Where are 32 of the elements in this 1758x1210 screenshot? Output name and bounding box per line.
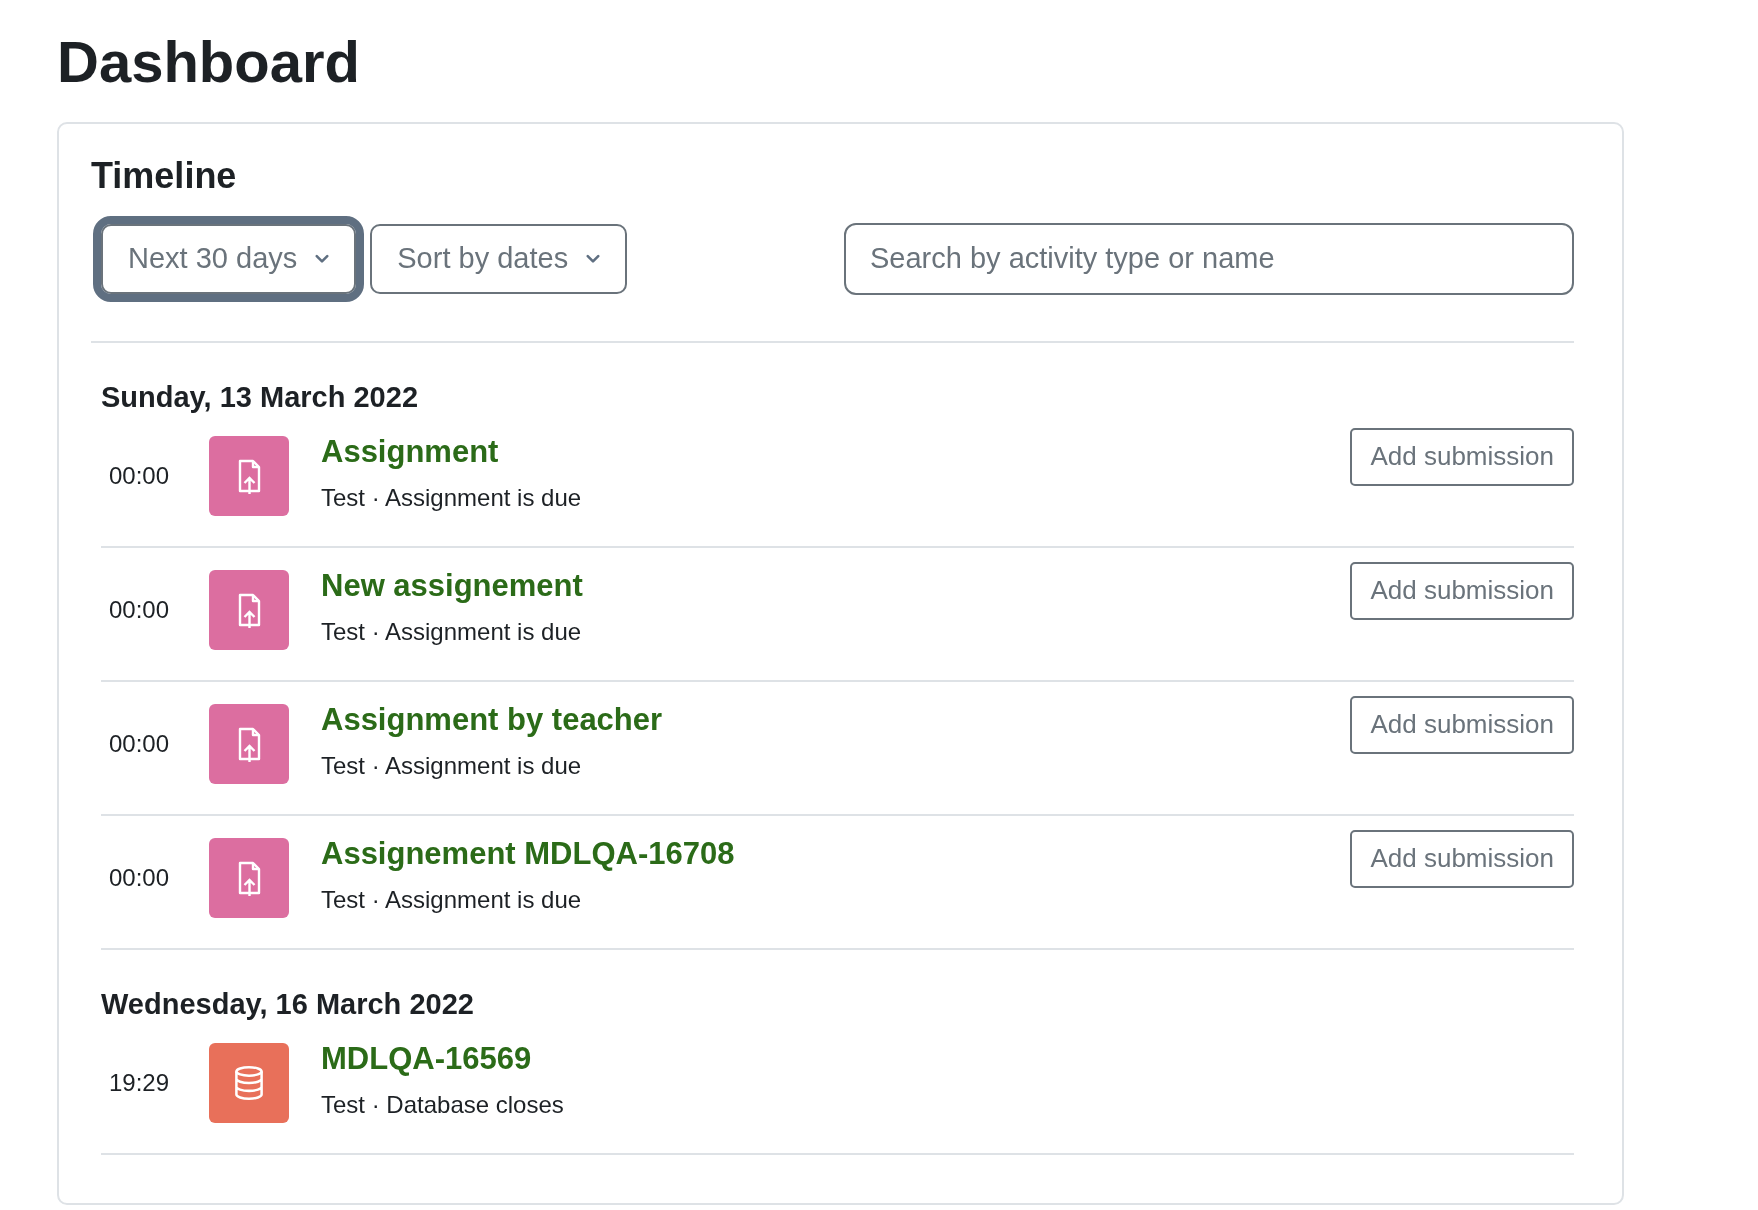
date-heading: Sunday, 13 March 2022 [101,380,419,415]
event-time: 00:00 [108,462,171,490]
event-time: 00:00 [108,730,171,758]
event-time: 00:00 [108,864,171,892]
event-detail: Test · Assignment is due [321,886,583,914]
database-icon [209,1043,289,1123]
file-upload-icon [209,436,289,516]
event-time: 00:00 [108,596,171,624]
add-submission-button[interactable]: Add submission [1350,562,1574,620]
add-submission-button[interactable]: Add submission [1350,696,1574,754]
event-detail: Test · Assignment is due [321,484,583,512]
chevron-down-icon [315,254,330,264]
search-field[interactable]: Search by activity type or name [844,223,1574,295]
page-title: Dashboard [57,30,361,94]
event-link[interactable]: MDLQA-16569 [321,1041,1574,1077]
date-heading: Wednesday, 16 March 2022 [101,987,475,1022]
event-detail: Test · Assignment is due [321,752,583,780]
add-submission-button[interactable]: Add submission [1350,428,1574,486]
filter-dropdown[interactable]: Sort by dates [370,224,628,294]
file-upload-icon [209,704,289,784]
event-detail: Test · Database closes [321,1091,565,1119]
file-upload-icon [209,570,289,650]
event-link[interactable]: Assignment by teacher [321,702,1351,738]
event-link[interactable]: New assignement [321,568,1351,604]
timeline-title: Timeline [91,153,238,197]
add-submission-button[interactable]: Add submission [1350,830,1574,888]
event-link[interactable]: Assignement MDLQA-16708 [321,836,1351,872]
chevron-down-icon [586,254,601,264]
event-time: 19:29 [108,1069,171,1097]
file-upload-icon [209,838,289,918]
event-detail: Test · Assignment is due [321,618,583,646]
event-link[interactable]: Assignment [321,434,1351,470]
